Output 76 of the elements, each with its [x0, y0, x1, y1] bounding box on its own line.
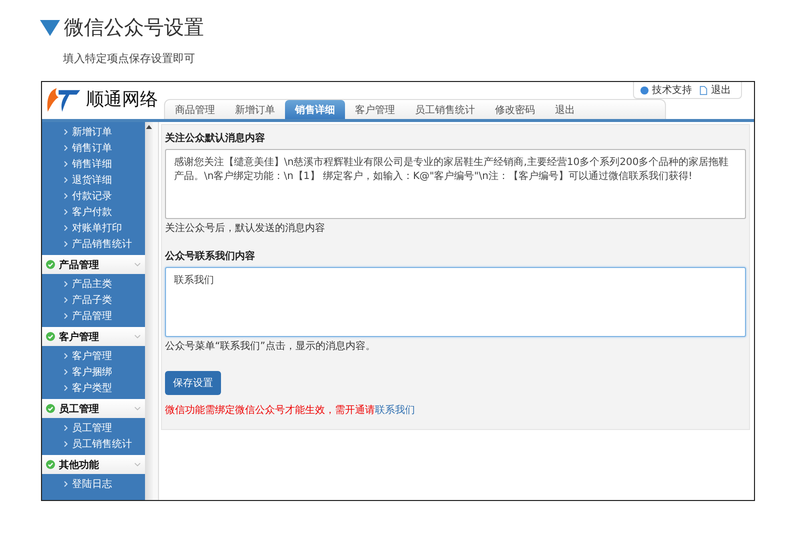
page-title: 微信公众号设置: [64, 14, 204, 41]
chevron-right-icon: [64, 177, 68, 183]
nav-tab[interactable]: 员工销售统计: [405, 100, 485, 119]
menu-item[interactable]: 客户捆绑: [72, 365, 112, 379]
chevron-right-icon: [64, 161, 68, 167]
menu-group-header[interactable]: 其他功能: [42, 455, 145, 474]
notice-text: 微信功能需绑定微信公众号才能生效，需开通请联系我们: [165, 404, 416, 417]
scroll-up-icon: [146, 125, 152, 129]
chevron-right-icon: [64, 209, 68, 215]
menu-item[interactable]: 客户管理: [72, 349, 112, 363]
menu-item[interactable]: 新增订单: [72, 125, 112, 139]
chevron-down-icon: [134, 462, 141, 467]
check-circle-icon: [46, 332, 55, 341]
menu-item[interactable]: 对账单打印: [72, 221, 122, 235]
check-circle-icon: [46, 460, 55, 469]
logo-icon: [46, 86, 82, 114]
nav-tab[interactable]: 销售详细: [285, 100, 345, 119]
nav-tab[interactable]: 客户管理: [345, 100, 405, 119]
chevron-down-icon: [134, 406, 141, 411]
menu-item[interactable]: 付款记录: [72, 189, 112, 203]
chevron-right-icon: [64, 369, 68, 375]
check-circle-icon: [46, 260, 55, 269]
chevron-down-icon: [134, 334, 141, 339]
nav-tab[interactable]: 新增订单: [225, 100, 285, 119]
chevron-right-icon: [64, 441, 68, 447]
document-icon: [699, 86, 708, 94]
menu-group-title: 客户管理: [59, 330, 100, 344]
menu-item[interactable]: 登陆日志: [72, 477, 112, 491]
menu-item[interactable]: 销售订单: [72, 141, 112, 155]
menu-item[interactable]: 员工销售统计: [72, 437, 132, 451]
nav-tab[interactable]: 商品管理: [165, 100, 225, 119]
field-hint: 关注公众号后，默认发送的消息内容: [165, 222, 326, 235]
chevron-right-icon: [64, 353, 68, 359]
chevron-right-icon: [64, 425, 68, 431]
menu-item[interactable]: 员工管理: [72, 421, 112, 435]
top-link[interactable]: 退出: [711, 83, 731, 97]
save-button[interactable]: 保存设置: [165, 371, 221, 395]
menu-item[interactable]: 客户类型: [72, 381, 112, 395]
check-circle-icon: [46, 404, 55, 413]
field-hint: 公众号菜单“联系我们”点击，显示的消息内容。: [165, 340, 376, 353]
menu-group-title: 产品管理: [59, 258, 100, 272]
help-icon: [640, 86, 649, 94]
message-field[interactable]: 联系我们: [165, 267, 746, 337]
triangle-icon: [40, 20, 60, 36]
nav-tab[interactable]: 修改密码: [485, 100, 545, 119]
chevron-right-icon: [64, 145, 68, 151]
chevron-right-icon: [64, 241, 68, 247]
menu-group-header[interactable]: 员工管理: [42, 399, 145, 418]
menu-item[interactable]: 销售详细: [72, 157, 112, 171]
menu-item[interactable]: 产品主类: [72, 277, 112, 291]
menu-item[interactable]: 产品销售统计: [72, 237, 132, 251]
chevron-right-icon: [64, 225, 68, 231]
chevron-right-icon: [64, 193, 68, 199]
message-field[interactable]: 感谢您关注【缱意美佳】\n慈溪市程辉鞋业有限公司是专业的家居鞋生产经销商,主要经营10多个系列200多个品种的家居拖鞋产品。\n客户绑定功能：\n【1】 绑定客户，如输入：K@"客户编号"\n注：【客户编号】可以通过微信联系我们获得!: [165, 149, 746, 219]
page-subtitle: 填入特定项点保存设置即可: [63, 51, 196, 66]
chevron-right-icon: [64, 297, 68, 303]
top-link[interactable]: 技术支持: [652, 83, 692, 97]
brand-name: 顺通网络: [86, 88, 158, 111]
nav-tab[interactable]: 退出: [545, 100, 585, 119]
menu-group-title: 其他功能: [59, 458, 100, 472]
menu-group-title: 员工管理: [59, 402, 100, 416]
chevron-right-icon: [64, 281, 68, 287]
menu-group-header[interactable]: 产品管理: [42, 255, 145, 274]
chevron-right-icon: [64, 313, 68, 319]
chevron-right-icon: [64, 129, 68, 135]
menu-item[interactable]: 产品管理: [72, 309, 112, 323]
field-label: 关注公众默认消息内容: [165, 131, 266, 145]
menu-item[interactable]: 退货详细: [72, 173, 112, 187]
menu-item[interactable]: 客户付款: [72, 205, 112, 219]
field-label: 公众号联系我们内容: [165, 249, 256, 263]
chevron-down-icon: [134, 262, 141, 267]
chevron-right-icon: [64, 385, 68, 391]
menu-group-header[interactable]: 客户管理: [42, 327, 145, 346]
contact-link[interactable]: 联系我们: [375, 405, 415, 416]
chevron-right-icon: [64, 481, 68, 487]
menu-item[interactable]: 产品子类: [72, 293, 112, 307]
